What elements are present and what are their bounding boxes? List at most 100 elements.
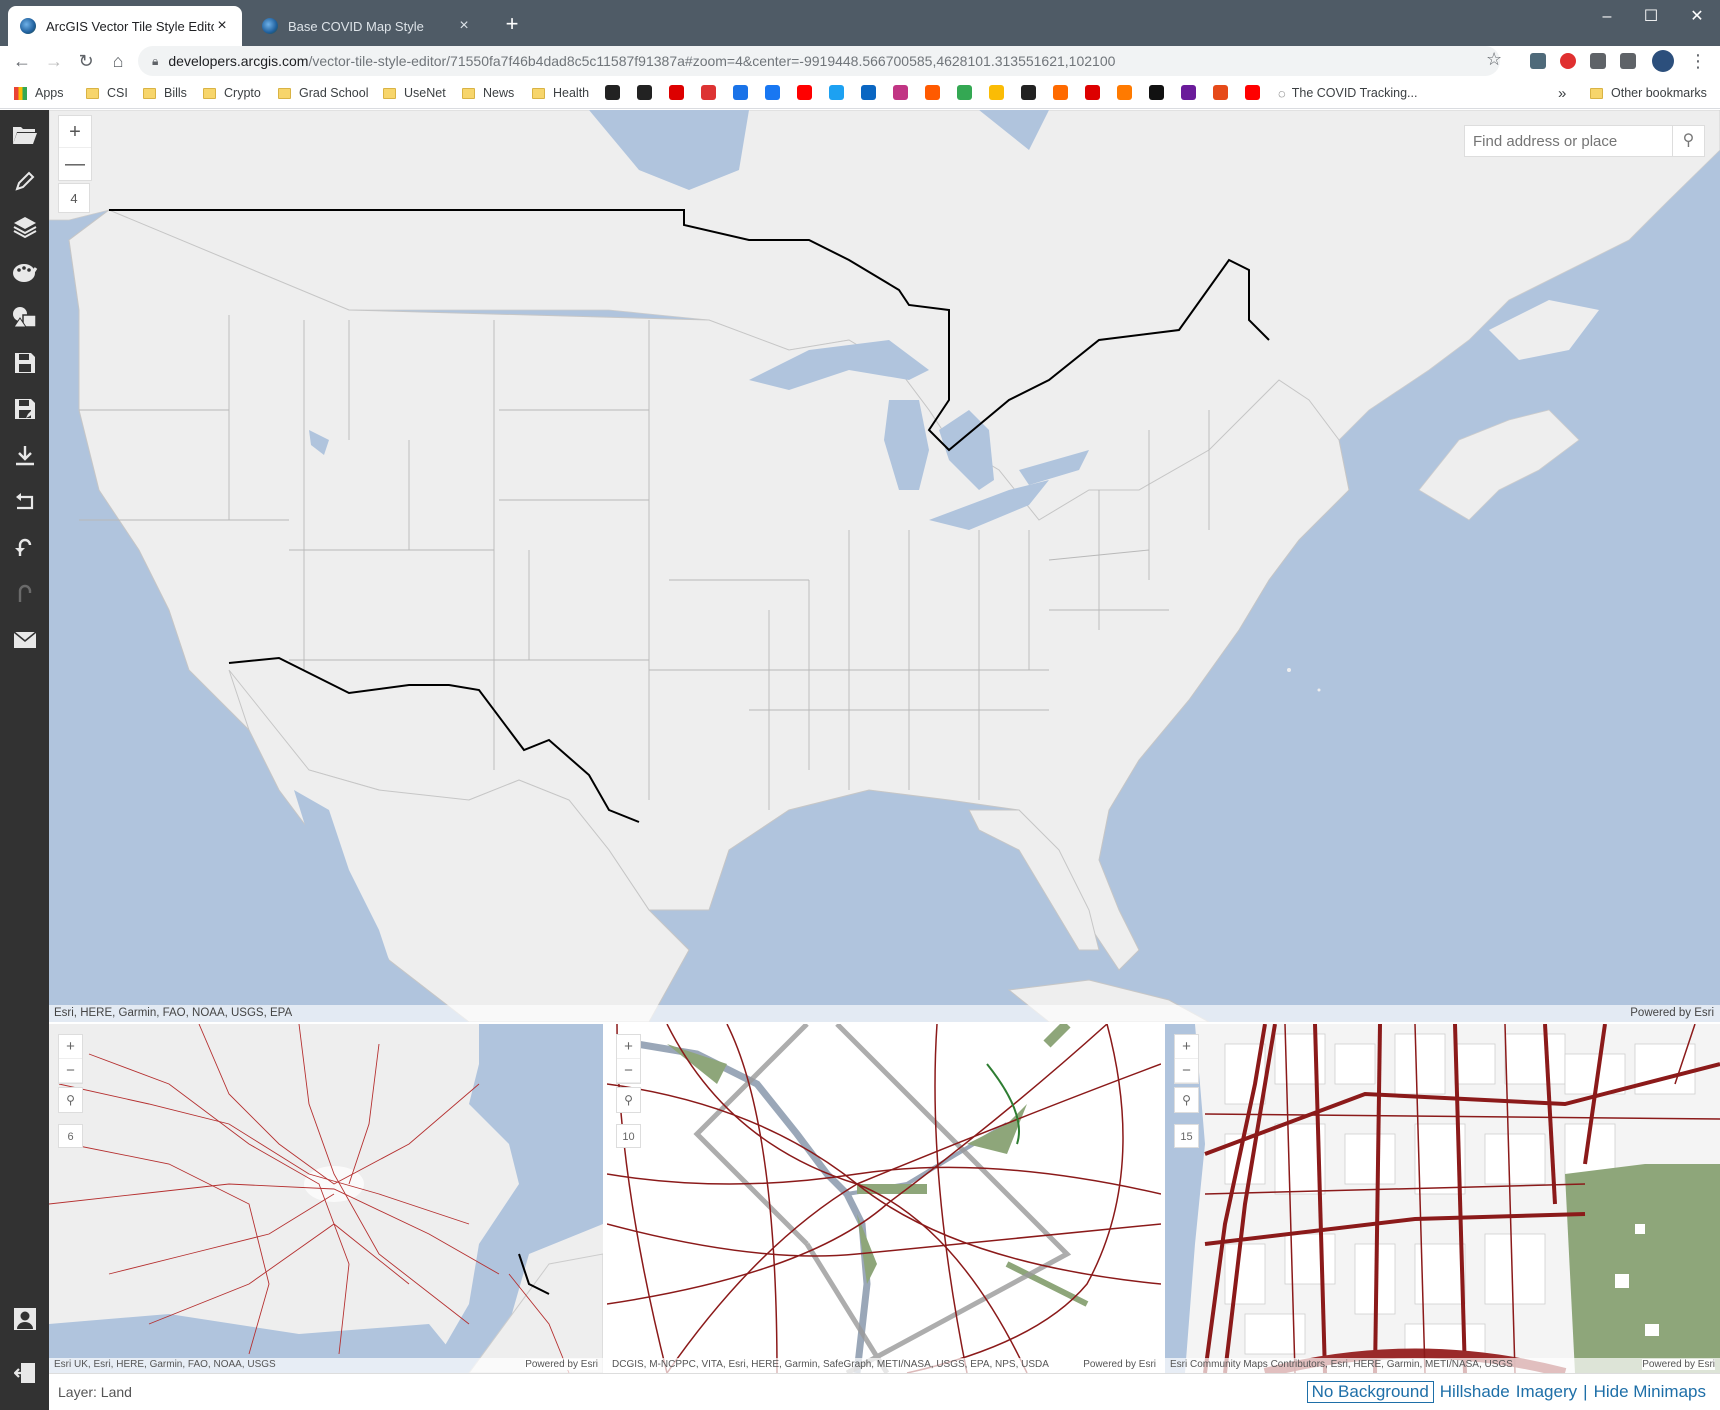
extension-cb-icon[interactable] — [1530, 53, 1546, 69]
save-icon[interactable] — [10, 348, 40, 378]
minimap-zoom-15[interactable]: + − ⚲ 15 Esri Community Maps Contributor… — [1165, 1024, 1720, 1373]
bookmark-favicon-icon[interactable] — [861, 85, 876, 100]
bookmark-folder-health[interactable]: Health — [532, 84, 589, 102]
minimap-zoom-10[interactable]: + − ⚲ 10 DCGIS, M-NCPPC, VITA, Esri, HER… — [607, 1024, 1161, 1373]
bookmark-favicon-icon[interactable] — [957, 85, 972, 100]
pencil-icon[interactable] — [10, 166, 40, 196]
powered-by-esri[interactable]: Powered by Esri — [1642, 1359, 1715, 1370]
hide-minimaps-button[interactable]: Hide Minimaps — [1594, 1382, 1706, 1402]
bookmark-favicon-icon[interactable] — [1149, 85, 1164, 100]
zoom-in-button[interactable]: + — [617, 1035, 640, 1059]
close-tab-icon[interactable]: × — [214, 18, 230, 34]
zoom-out-button[interactable]: − — [59, 1059, 82, 1083]
bookmark-folder-grad-school[interactable]: Grad School — [278, 84, 368, 102]
us-basemap — [49, 110, 1720, 1022]
bookmark-favicon-icon[interactable] — [1181, 85, 1196, 100]
user-icon[interactable] — [10, 1304, 40, 1334]
powered-by-esri[interactable]: Powered by Esri — [525, 1359, 598, 1370]
no-background-button[interactable]: No Background — [1306, 1381, 1434, 1403]
forward-arrow-icon[interactable]: → — [42, 49, 66, 73]
zoom-level-indicator: 10 — [616, 1124, 641, 1148]
folder-icon — [143, 87, 156, 99]
redo-icon[interactable] — [10, 578, 40, 608]
media-control-icon[interactable] — [1620, 53, 1636, 69]
sign-out-icon[interactable] — [10, 1358, 40, 1388]
bookmark-star-icon[interactable]: ☆ — [1486, 49, 1502, 70]
zoom-out-button[interactable]: − — [617, 1059, 640, 1083]
bookmark-favicon-icon[interactable] — [637, 85, 652, 100]
zoom-in-button[interactable]: + — [59, 1035, 82, 1059]
extensions-puzzle-icon[interactable] — [1590, 53, 1606, 69]
search-icon[interactable]: ⚲ — [617, 1088, 640, 1112]
hillshade-button[interactable]: Hillshade — [1440, 1382, 1510, 1402]
minimap-search-control: ⚲ — [1174, 1087, 1199, 1113]
bookmark-folder-news[interactable]: News — [462, 84, 514, 102]
revert-icon[interactable] — [10, 486, 40, 516]
bookmark-folder-bills[interactable]: Bills — [143, 84, 187, 102]
bookmark-favicon-icon[interactable] — [701, 85, 716, 100]
bookmark-folder-csi[interactable]: CSI — [86, 84, 128, 102]
home-icon[interactable]: ⌂ — [106, 49, 130, 73]
bookmark-favicon-icon[interactable] — [605, 85, 620, 100]
layers-icon[interactable] — [10, 212, 40, 242]
bookmark-favicon-icon[interactable] — [1021, 85, 1036, 100]
bookmark-favicon-icon[interactable] — [797, 85, 812, 100]
bookmark-favicon-icon[interactable] — [1213, 85, 1228, 100]
bookmark-favicon-icon[interactable] — [1117, 85, 1132, 100]
back-arrow-icon[interactable]: ← — [10, 49, 34, 73]
shapes-icon[interactable] — [10, 302, 40, 332]
bookmark-favicon-icon[interactable] — [1085, 85, 1100, 100]
download-icon[interactable] — [10, 440, 40, 470]
maximize-button[interactable]: ☐ — [1636, 6, 1666, 28]
search-widget: ⚲ — [1464, 125, 1705, 157]
search-icon[interactable]: ⚲ — [59, 1088, 82, 1112]
bookmark-other-bookmarks[interactable]: Other bookmarks — [1590, 84, 1707, 102]
bookmark-favicon-icon[interactable] — [733, 85, 748, 100]
undo-icon[interactable] — [10, 532, 40, 562]
address-bar[interactable]: 🔒︎ developers.arcgis.com/vector-tile-sty… — [138, 46, 1500, 76]
zoom-in-button[interactable]: + — [1175, 1035, 1198, 1059]
menu-dots-icon[interactable]: ⋮ — [1686, 49, 1710, 73]
zoom-out-button[interactable]: − — [1175, 1059, 1198, 1083]
search-input[interactable] — [1465, 126, 1672, 156]
tab-base-covid[interactable]: Base COVID Map Style × — [250, 6, 484, 46]
search-icon[interactable]: ⚲ — [1175, 1088, 1198, 1112]
bookmark-covid-tracking[interactable]: ◌ The COVID Tracking... — [1278, 84, 1417, 102]
main-map[interactable]: + — 4 ⚲ Esri, HERE, Garmin, FAO, NOAA, U… — [49, 110, 1720, 1022]
powered-by-esri[interactable]: Powered by Esri — [1083, 1359, 1156, 1370]
bookmark-favicon-icon[interactable] — [925, 85, 940, 100]
bookmark-favicon-icon[interactable] — [829, 85, 844, 100]
reload-icon[interactable]: ↻ — [74, 49, 98, 73]
bookmark-favicon-icon[interactable] — [1053, 85, 1068, 100]
folder-icon — [203, 87, 216, 99]
bookmark-favicon-icon[interactable] — [765, 85, 780, 100]
bookmark-favicon-icon[interactable] — [893, 85, 908, 100]
close-tab-icon[interactable]: × — [456, 18, 472, 34]
new-tab-button[interactable]: + — [500, 13, 524, 37]
bookmark-folder-usenet[interactable]: UseNet — [383, 84, 446, 102]
powered-by-esri[interactable]: Powered by Esri — [1630, 1007, 1714, 1019]
tab-arcgis-editor[interactable]: ArcGIS Vector Tile Style Editor × — [8, 6, 242, 46]
minimap-zoom-6[interactable]: + − ⚲ 6 Esri UK, Esri, HERE, Garmin, FAO… — [49, 1024, 603, 1373]
bookmark-favicon-icon[interactable] — [1245, 85, 1260, 100]
open-folder-icon[interactable] — [10, 120, 40, 150]
profile-avatar[interactable] — [1652, 50, 1674, 72]
minimap-zoom-control: + − — [1174, 1034, 1199, 1084]
minimap-attribution: Esri UK, Esri, HERE, Garmin, FAO, NOAA, … — [49, 1358, 603, 1373]
mail-icon[interactable] — [10, 625, 40, 655]
bookmark-favicon-icon[interactable] — [669, 85, 684, 100]
zoom-out-button[interactable]: — — [59, 148, 91, 180]
window-close-button[interactable]: ✕ — [1682, 6, 1712, 28]
bookmark-favicon-icon[interactable] — [989, 85, 1004, 100]
map-attribution: Esri, HERE, Garmin, FAO, NOAA, USGS, EPA… — [49, 1005, 1720, 1022]
extension-opera-icon[interactable] — [1560, 53, 1576, 69]
minimize-button[interactable]: – — [1592, 6, 1622, 28]
save-as-icon[interactable] — [10, 394, 40, 424]
bookmarks-overflow-button[interactable]: » — [1558, 84, 1566, 102]
palette-icon[interactable] — [10, 258, 40, 288]
imagery-button[interactable]: Imagery — [1516, 1382, 1577, 1402]
zoom-in-button[interactable]: + — [59, 116, 91, 148]
search-icon[interactable]: ⚲ — [1672, 126, 1704, 156]
bookmark-folder-crypto[interactable]: Crypto — [203, 84, 261, 102]
bookmark-apps[interactable]: Apps — [14, 84, 64, 102]
